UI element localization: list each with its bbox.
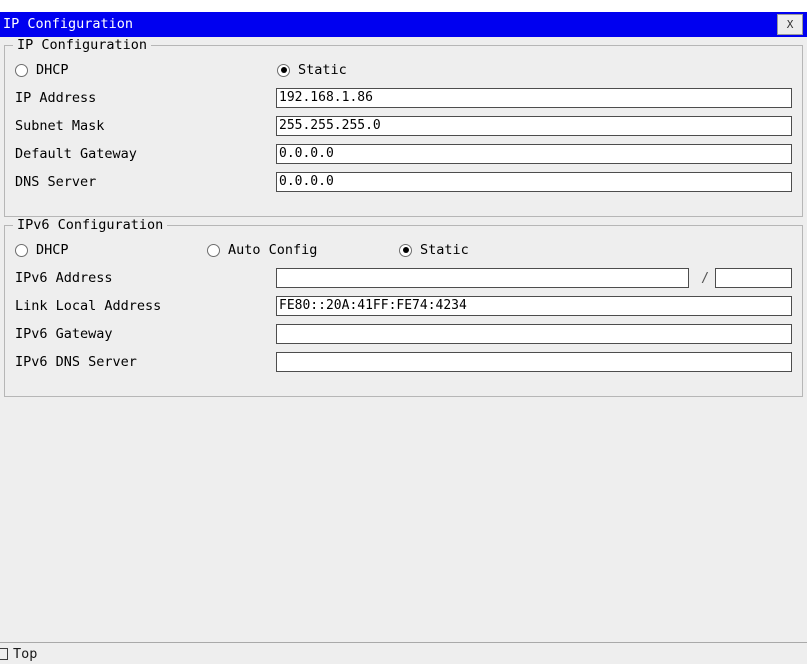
ipv6-link-local-address-input[interactable]: FE80::20A:41FF:FE74:4234: [276, 296, 792, 316]
ipv4-subnet-mask-input[interactable]: 255.255.255.0: [276, 116, 792, 136]
ipv6-configuration-group: IPv6 Configuration DHCP Auto Config Stat…: [4, 217, 803, 397]
ipv4-subnet-mask-label: Subnet Mask: [15, 118, 105, 134]
ipv4-ip-address-row: IP Address 192.168.1.86: [5, 84, 802, 112]
ipv6-dns-server-row: IPv6 DNS Server: [5, 348, 802, 376]
ipv4-static-label: Static: [298, 62, 347, 78]
ipv6-prefix-separator: /: [701, 270, 710, 286]
square-icon: [0, 648, 8, 660]
window-client-area: IP Configuration DHCP Static IP Address …: [0, 37, 807, 664]
radio-indicator-icon: [399, 243, 412, 257]
radio-indicator-icon: [15, 243, 28, 257]
ipv6-group-title: IPv6 Configuration: [13, 217, 168, 233]
ipv6-dhcp-radio[interactable]: DHCP: [15, 236, 69, 264]
ipv6-link-local-address-row: Link Local Address FE80::20A:41FF:FE74:4…: [5, 292, 802, 320]
ipv4-default-gateway-label: Default Gateway: [15, 146, 137, 162]
ipv6-gateway-label: IPv6 Gateway: [15, 326, 113, 342]
ipv4-dns-server-row: DNS Server 0.0.0.0: [5, 168, 802, 196]
ipv6-static-radio[interactable]: Static: [399, 236, 469, 264]
window-title-bar: IP Configuration X: [0, 12, 807, 37]
ipv6-address-input[interactable]: [276, 268, 689, 288]
ipv6-auto-config-radio[interactable]: Auto Config: [207, 236, 317, 264]
ipv6-mode-row: DHCP Auto Config Static: [5, 236, 802, 264]
ipv4-ip-address-input[interactable]: 192.168.1.86: [276, 88, 792, 108]
radio-indicator-icon: [15, 63, 28, 77]
ipv6-dns-server-input[interactable]: [276, 352, 792, 372]
status-bar-label: Top: [13, 646, 38, 662]
status-bar: Top: [0, 642, 807, 664]
ipv4-subnet-mask-row: Subnet Mask 255.255.255.0: [5, 112, 802, 140]
ipv6-link-local-address-label: Link Local Address: [15, 298, 162, 314]
ipv4-dhcp-label: DHCP: [36, 62, 69, 78]
ipv4-mode-row: DHCP Static: [5, 56, 802, 84]
ipv6-address-row: IPv6 Address /: [5, 264, 802, 292]
ipv6-dhcp-label: DHCP: [36, 242, 69, 258]
ipv6-gateway-input[interactable]: [276, 324, 792, 344]
ipv4-ip-address-label: IP Address: [15, 90, 97, 106]
status-bar-content: Top: [0, 645, 37, 663]
ipv6-gateway-row: IPv6 Gateway: [5, 320, 802, 348]
ipv6-auto-config-label: Auto Config: [228, 242, 318, 258]
window-title: IP Configuration: [3, 16, 134, 32]
ipv4-dns-server-label: DNS Server: [15, 174, 97, 190]
ipv6-static-label: Static: [420, 242, 469, 258]
close-icon[interactable]: X: [777, 14, 803, 35]
ipv4-dns-server-input[interactable]: 0.0.0.0: [276, 172, 792, 192]
radio-indicator-icon: [277, 63, 290, 77]
ipv6-prefix-length-input[interactable]: [715, 268, 792, 288]
ipv4-default-gateway-input[interactable]: 0.0.0.0: [276, 144, 792, 164]
ipv4-default-gateway-row: Default Gateway 0.0.0.0: [5, 140, 802, 168]
ipv6-dns-server-label: IPv6 DNS Server: [15, 354, 137, 370]
ipv4-static-radio[interactable]: Static: [277, 56, 347, 84]
ipv4-configuration-group: IP Configuration DHCP Static IP Address …: [4, 37, 803, 217]
ip-configuration-window: IP Configuration X IP Configuration DHCP…: [0, 12, 807, 664]
ipv4-dhcp-radio[interactable]: DHCP: [15, 56, 69, 84]
ipv6-address-label: IPv6 Address: [15, 270, 113, 286]
radio-indicator-icon: [207, 243, 220, 257]
ipv4-group-title: IP Configuration: [13, 37, 152, 53]
